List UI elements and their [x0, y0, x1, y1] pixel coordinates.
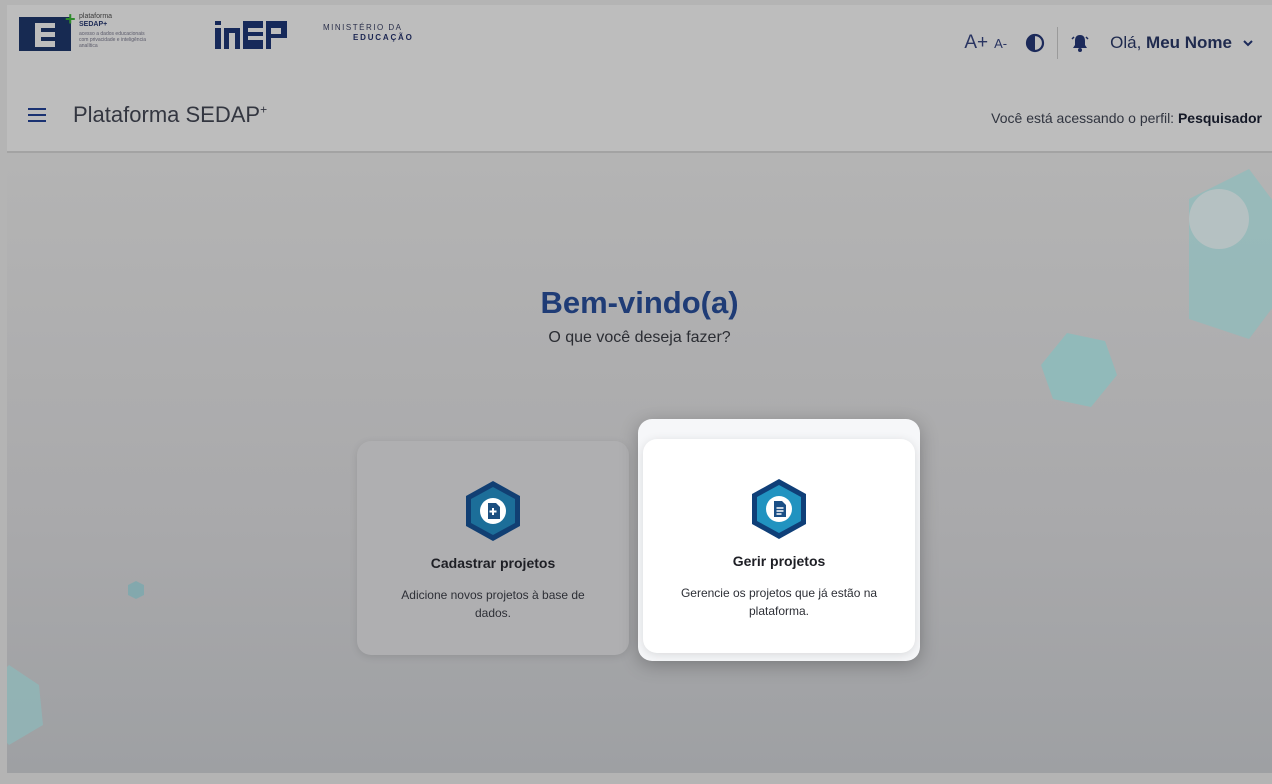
ministry-logo-line2: EDUCAÇÃO — [353, 33, 414, 42]
app-window: + plataforma SEDAP+ acesso a dados educa… — [7, 5, 1272, 773]
header-divider — [1057, 27, 1059, 59]
hamburger-menu-icon[interactable] — [28, 108, 46, 124]
sedap-logo-line2: SEDAP+ — [79, 21, 108, 28]
contrast-icon[interactable] — [1025, 33, 1045, 53]
manage-projects-title: Gerir projetos — [732, 553, 826, 569]
app-title: Plataforma SEDAP+ — [73, 102, 267, 128]
user-name: Meu Nome — [1146, 33, 1232, 52]
inep-logo[interactable] — [215, 19, 287, 51]
chevron-down-icon[interactable] — [1242, 37, 1254, 49]
add-document-icon — [466, 481, 520, 541]
sedap-logo-tagline: acesso a dados educacionais com privacid… — [79, 31, 146, 49]
header-tools: A+ A- Olá, Meu Nome — [964, 27, 1254, 59]
main-content: Bem-vindo(a) O que você deseja fazer? Ca… — [7, 153, 1272, 773]
app-bar: Plataforma SEDAP+ Você está acessando o … — [7, 81, 1272, 153]
welcome-subheading: O que você deseja fazer? — [548, 329, 731, 346]
profile-name: Pesquisador — [1177, 110, 1262, 126]
document-icon — [752, 479, 806, 539]
bell-icon[interactable] — [1070, 33, 1090, 53]
register-projects-title: Cadastrar projetos — [430, 555, 556, 571]
user-menu[interactable]: Olá, Meu Nome — [1110, 33, 1232, 53]
manage-projects-description: Gerencie os projetos que já estão na pla… — [680, 586, 878, 618]
welcome-heading: Bem-vindo(a) — [540, 285, 739, 320]
sedap-logo[interactable]: + plataforma SEDAP+ acesso a dados educa… — [19, 10, 199, 69]
app-title-plus: + — [260, 102, 268, 117]
inep-logo-mark — [215, 21, 287, 49]
profile-label: Você está acessando o perfil: — [991, 110, 1175, 126]
profile-indicator: Você está acessando o perfil: Pesquisado… — [991, 110, 1262, 126]
greeting-text: Olá, — [1110, 33, 1142, 52]
font-decrease-button[interactable]: A- — [994, 36, 1007, 51]
register-projects-description: Adicione novos projetos à base de dados. — [401, 588, 585, 620]
decorative-hexagon-corner — [7, 665, 43, 745]
ministry-logo-line1: MINISTÉRIO DA — [323, 23, 403, 32]
register-projects-card[interactable]: Cadastrar projetos Adicione novos projet… — [357, 441, 629, 655]
manage-projects-card[interactable]: Gerir projetos Gerencie os projetos que … — [643, 439, 915, 653]
ministry-logo[interactable]: MINISTÉRIO DA EDUCAÇÃO — [323, 23, 414, 43]
sedap-logo-mark — [19, 17, 71, 51]
app-title-text: Plataforma SEDAP — [73, 102, 261, 127]
decorative-hexagon-small — [128, 581, 144, 599]
sedap-logo-line1: plataforma — [79, 13, 113, 20]
font-increase-button[interactable]: A+ — [964, 32, 988, 54]
top-header: + plataforma SEDAP+ acesso a dados educa… — [7, 5, 1272, 81]
